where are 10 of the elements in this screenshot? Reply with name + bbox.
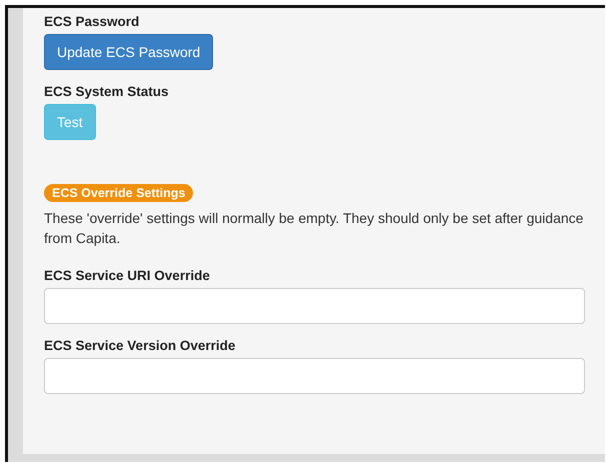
- section-label: ECS System Status: [44, 84, 169, 99]
- test-button[interactable]: Test: [44, 104, 96, 140]
- section-label: ECS Password: [44, 14, 140, 29]
- input-field[interactable]: [44, 288, 585, 324]
- field-label: ECS Service Version Override: [44, 338, 236, 353]
- section-badge: ECS Override Settings: [44, 184, 194, 202]
- update-password-button[interactable]: Update ECS Password: [44, 34, 214, 70]
- info-text: These 'override' settings will normally be empty. They should only be set after guidance from Capita.: [44, 209, 584, 248]
- field-label: ECS Service URI Override: [44, 268, 210, 283]
- input-field[interactable]: [44, 358, 585, 394]
